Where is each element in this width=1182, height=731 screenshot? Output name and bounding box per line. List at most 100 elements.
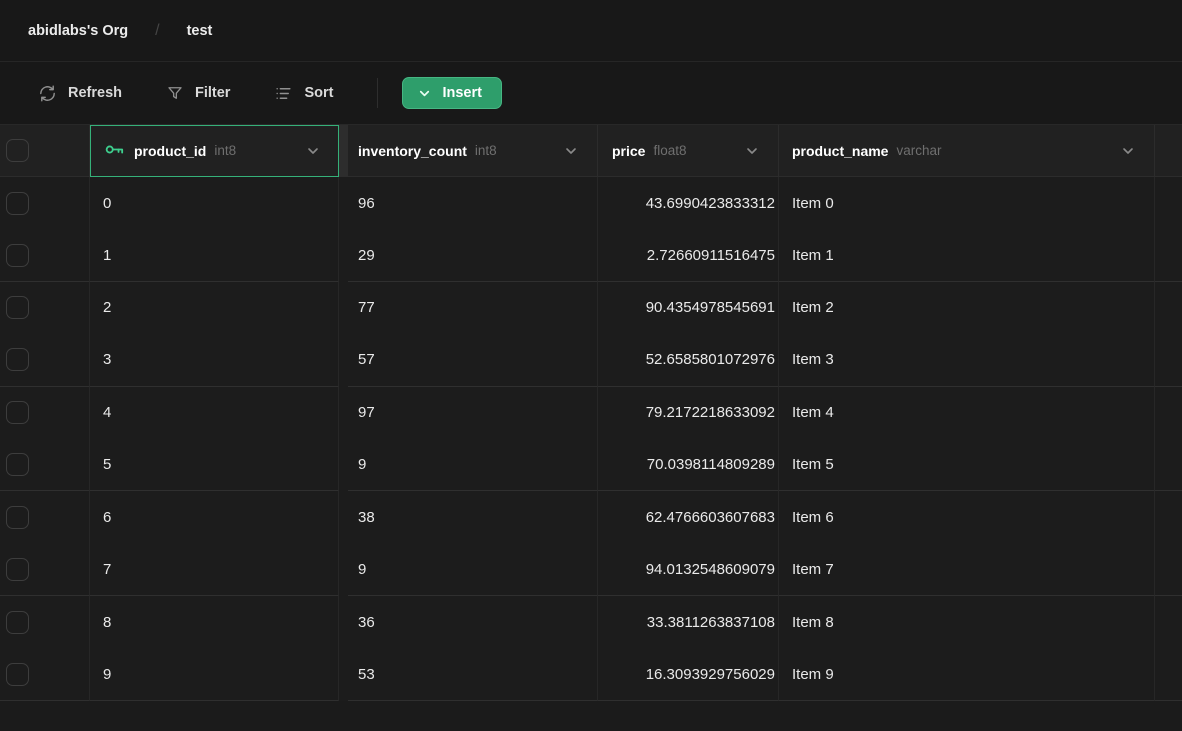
breadcrumb-table[interactable]: test (187, 23, 213, 39)
cell-product_name[interactable]: Item 6 (779, 491, 1155, 543)
funnel-icon (166, 84, 184, 102)
cell-price[interactable]: 94.0132548609079 (598, 544, 779, 596)
row-select-cell (0, 649, 90, 701)
top-bar: abidlabs's Org / test (0, 0, 1182, 62)
row-select-checkbox[interactable] (6, 611, 29, 634)
cell-product_name[interactable]: Item 1 (779, 229, 1155, 281)
sort-button[interactable]: Sort (274, 84, 333, 103)
column-name: inventory_count (358, 143, 467, 159)
cell-price[interactable]: 33.3811263837108 (598, 596, 779, 648)
select-all-cell (0, 125, 90, 177)
cell-product_name[interactable]: Item 0 (779, 177, 1155, 229)
cell-product_id[interactable]: 5 (90, 439, 339, 491)
cell-price[interactable]: 79.2172218633092 (598, 387, 779, 439)
cell-price[interactable]: 16.3093929756029 (598, 649, 779, 701)
cell-price[interactable]: 2.72660911516475 (598, 229, 779, 281)
select-all-checkbox[interactable] (6, 139, 29, 162)
insert-label: Insert (442, 85, 482, 101)
pinned-column-divider (339, 125, 348, 177)
footer-bar (0, 701, 1182, 731)
column-name: price (612, 143, 645, 159)
cell-inventory_count[interactable]: 96 (348, 177, 598, 229)
cell-product_name[interactable]: Item 7 (779, 544, 1155, 596)
cell-price[interactable]: 52.6585801072976 (598, 334, 779, 386)
cell-price[interactable]: 62.4766603607683 (598, 491, 779, 543)
chevron-down-icon (417, 86, 432, 101)
cell-product_id[interactable]: 2 (90, 282, 339, 334)
column-name: product_name (792, 143, 888, 159)
sort-list-icon (274, 84, 293, 103)
filter-label: Filter (195, 85, 230, 101)
cell-inventory_count[interactable]: 9 (348, 439, 598, 491)
cell-empty (1155, 649, 1182, 701)
breadcrumb-separator: / (155, 22, 159, 40)
row-select-cell (0, 282, 90, 334)
cell-empty (1155, 177, 1182, 229)
cell-inventory_count[interactable]: 97 (348, 387, 598, 439)
cell-product_id[interactable]: 8 (90, 596, 339, 648)
cell-product_id[interactable]: 3 (90, 334, 339, 386)
cell-product_id[interactable]: 0 (90, 177, 339, 229)
toolbar: Refresh Filter Sort Insert (0, 62, 1182, 125)
cell-empty (1155, 229, 1182, 281)
cell-product_name[interactable]: Item 4 (779, 387, 1155, 439)
cell-product_name[interactable]: Item 9 (779, 649, 1155, 701)
cell-empty (1155, 596, 1182, 648)
column-type: int8 (475, 143, 497, 158)
filter-button[interactable]: Filter (166, 84, 230, 102)
cell-price[interactable]: 90.4354978545691 (598, 282, 779, 334)
data-grid: product_id int8 inventory_count int8 pricefl… (0, 125, 1182, 701)
column-header-inventory_count[interactable]: inventory_count int8 (348, 125, 598, 177)
key-icon (103, 138, 126, 164)
column-menu-chevron-icon[interactable] (305, 143, 321, 159)
cell-empty (1155, 334, 1182, 386)
cell-inventory_count[interactable]: 36 (348, 596, 598, 648)
cell-product_name[interactable]: Item 8 (779, 596, 1155, 648)
cell-inventory_count[interactable]: 77 (348, 282, 598, 334)
cell-inventory_count[interactable]: 53 (348, 649, 598, 701)
cell-product_id[interactable]: 9 (90, 649, 339, 701)
cell-product_id[interactable]: 4 (90, 387, 339, 439)
column-header-product_id[interactable]: product_id int8 (90, 125, 339, 177)
cell-inventory_count[interactable]: 29 (348, 229, 598, 281)
row-select-checkbox[interactable] (6, 244, 29, 267)
breadcrumb-org[interactable]: abidlabs's Org (28, 23, 128, 39)
row-select-cell (0, 439, 90, 491)
row-select-cell (0, 229, 90, 281)
row-select-checkbox[interactable] (6, 453, 29, 476)
cell-inventory_count[interactable]: 57 (348, 334, 598, 386)
cell-inventory_count[interactable]: 38 (348, 491, 598, 543)
toolbar-divider (377, 78, 378, 108)
row-select-checkbox[interactable] (6, 192, 29, 215)
cell-product_id[interactable]: 1 (90, 229, 339, 281)
cell-price[interactable]: 43.6990423833312 (598, 177, 779, 229)
column-type: float8 (653, 143, 686, 158)
cell-empty (1155, 387, 1182, 439)
row-select-cell (0, 387, 90, 439)
row-select-checkbox[interactable] (6, 506, 29, 529)
row-select-checkbox[interactable] (6, 348, 29, 371)
column-menu-chevron-icon[interactable] (563, 143, 579, 159)
column-header-product_name[interactable]: product_namevarchar (779, 125, 1155, 177)
cell-product_id[interactable]: 7 (90, 544, 339, 596)
cell-product_id[interactable]: 6 (90, 491, 339, 543)
column-name: product_id (134, 143, 206, 159)
row-select-checkbox[interactable] (6, 401, 29, 424)
row-select-checkbox[interactable] (6, 558, 29, 581)
cell-product_name[interactable]: Item 3 (779, 334, 1155, 386)
cell-price[interactable]: 70.0398114809289 (598, 439, 779, 491)
insert-button[interactable]: Insert (402, 77, 502, 109)
cell-product_name[interactable]: Item 2 (779, 282, 1155, 334)
column-type: int8 (214, 143, 236, 158)
sort-label: Sort (304, 85, 333, 101)
cell-inventory_count[interactable]: 9 (348, 544, 598, 596)
refresh-button[interactable]: Refresh (38, 84, 122, 103)
row-select-checkbox[interactable] (6, 296, 29, 319)
row-select-cell (0, 491, 90, 543)
column-menu-chevron-icon[interactable] (1120, 143, 1136, 159)
row-select-cell (0, 334, 90, 386)
column-menu-chevron-icon[interactable] (744, 143, 760, 159)
cell-product_name[interactable]: Item 5 (779, 439, 1155, 491)
row-select-checkbox[interactable] (6, 663, 29, 686)
column-header-price[interactable]: price float8 (598, 125, 779, 177)
